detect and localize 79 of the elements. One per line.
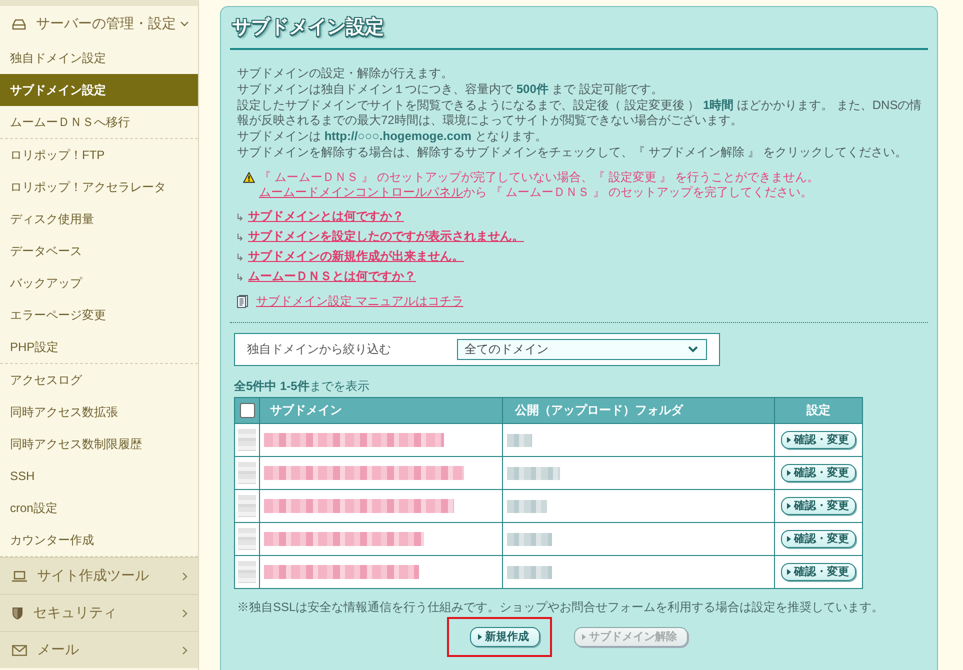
page-title: サブドメイン設定 [231, 16, 384, 40]
mail-icon [12, 644, 27, 656]
menu-section[interactable]: サイト作成ツール [0, 557, 198, 594]
sidebar-item[interactable]: 同時アクセス数拡張 [0, 396, 198, 428]
help-link[interactable]: サブドメインの新規作成が出来ません。 [248, 248, 464, 266]
control-panel-link[interactable]: ムームードメインコントロールパネル [259, 185, 463, 200]
chevron-right-icon [182, 608, 188, 618]
manual-link[interactable]: サブドメイン設定 マニュアルはコチラ [256, 293, 464, 310]
sidebar-item[interactable]: ロリポップ！FTP [0, 139, 198, 171]
triangle-icon [478, 634, 482, 640]
column-header: サブドメイン [270, 402, 342, 417]
description-text: サブドメインは http://○○○.hogemoge.com となります。 [237, 129, 548, 145]
result-count: 全5件中 1-5件までを表示 [234, 378, 370, 394]
triangle-icon [787, 568, 791, 575]
triangle-icon [787, 536, 791, 542]
blurred-text [507, 566, 552, 579]
domain-dropdown[interactable]: 全てのドメイン [456, 338, 707, 360]
column-header: 設定 [806, 402, 830, 417]
sidebar-item[interactable]: エラーページ変更 [0, 299, 198, 331]
bullet-arrow-icon [237, 212, 243, 221]
bullet-arrow-icon [237, 232, 243, 241]
sidebar-item[interactable]: アクセスログ [0, 364, 198, 396]
blurred-patch [238, 528, 256, 550]
chevron-down-icon [688, 346, 698, 353]
bullet-arrow-icon [237, 272, 243, 281]
confirm-change-button[interactable]: 確認・変更 [781, 464, 856, 482]
confirm-change-button[interactable]: 確認・変更 [781, 430, 856, 449]
description-text: サブドメインの設定・解除が行えます。 [237, 66, 454, 82]
sidebar-item[interactable]: PHP設定 [0, 331, 198, 363]
sidebar-item[interactable]: ムームーＤＮＳへ移行 [0, 106, 198, 138]
chevron-down-icon [180, 21, 189, 27]
sidebar-item[interactable]: ロリポップ！アクセラレータ [0, 171, 198, 203]
triangle-icon [787, 436, 791, 443]
blurred-patch [238, 494, 256, 517]
description-text: 設定したサブドメインでサイトを閲覧できるようになるまで、設定後（ 設定変更後 ） 1時間 ほどかかります。 また、DNSの情報が反映されるまでの最大72時間は、環境によってサイトが閲覧できない場合がございます。 [237, 98, 922, 130]
blurred-patch [238, 560, 256, 583]
filter-label: 独自ドメインから絞り込む [247, 340, 392, 358]
sidebar-item[interactable]: cron設定 [0, 492, 198, 524]
chevron-right-icon [182, 572, 188, 580]
confirm-change-button[interactable]: 確認・変更 [781, 496, 856, 515]
blurred-text [507, 434, 532, 447]
action-button[interactable]: 新規作成 [470, 626, 540, 647]
select-all-checkbox[interactable] [240, 402, 254, 418]
shield-icon [12, 606, 23, 620]
tray-icon [12, 18, 26, 30]
sidebar-item[interactable]: カウンター作成 [0, 524, 198, 556]
ssl-note: ※独自SSLは安全な情報通信を行う仕組みです。ショップやお問合せフォームを利用する場合は設定を推奨しています。 [237, 598, 885, 615]
blurred-text [507, 500, 547, 513]
help-link[interactable]: ムームーＤＮＳとは何ですか？ [248, 268, 416, 286]
menu-section[interactable]: サーバーの管理・設定 [0, 6, 198, 42]
sidebar-item[interactable]: ディスク使用量 [0, 203, 198, 235]
column-header: 公開（アップロード）フォルダ [515, 402, 683, 417]
help-link[interactable]: サブドメインとは何ですか？ [248, 208, 404, 226]
laptop-icon [12, 570, 27, 582]
warning-message: 『 ムームーＤＮＳ 』 のセットアップが完了していない場合、『 設定変更 』 を行うことができません。 ムームードメインコントロールパネルから 『 ムームーＤＮＳ 』 のセットアップを完了してください。 [259, 170, 820, 201]
sidebar-item[interactable]: 独自ドメイン設定 [0, 42, 198, 74]
document-icon [237, 295, 248, 308]
confirm-change-button[interactable]: 確認・変更 [781, 530, 856, 548]
sidebar-item[interactable]: データベース [0, 235, 198, 267]
triangle-icon [582, 634, 586, 640]
description-text: サブドメインを解除する場合は、解除するサブドメインをチェックして、『 サブドメイン解除 』 をクリックしてください。 [237, 144, 908, 161]
sidebar-item[interactable]: サブドメイン設定 [0, 74, 198, 106]
blurred-patch [238, 462, 256, 484]
sidebar-item[interactable]: 同時アクセス数制限履歴 [0, 428, 198, 460]
confirm-change-button[interactable]: 確認・変更 [781, 562, 856, 581]
blurred-text [507, 466, 560, 480]
description-text: サブドメインは独自ドメイン１つにつき、容量内で 500件 まで 設定可能です。 [237, 82, 664, 98]
triangle-icon [787, 470, 791, 476]
help-link[interactable]: サブドメインを設定したのですが表示されません。 [248, 228, 524, 246]
blurred-text [507, 532, 552, 546]
blurred-patch [238, 428, 256, 451]
triangle-icon [787, 502, 791, 509]
sidebar-item[interactable]: バックアップ [0, 267, 198, 299]
sidebar-item[interactable]: SSH [0, 460, 198, 492]
warning-icon [243, 172, 255, 183]
chevron-right-icon [182, 646, 188, 654]
menu-section[interactable]: メール [0, 631, 198, 668]
menu-section[interactable]: セキュリティ [0, 594, 198, 631]
bullet-arrow-icon [237, 252, 243, 261]
